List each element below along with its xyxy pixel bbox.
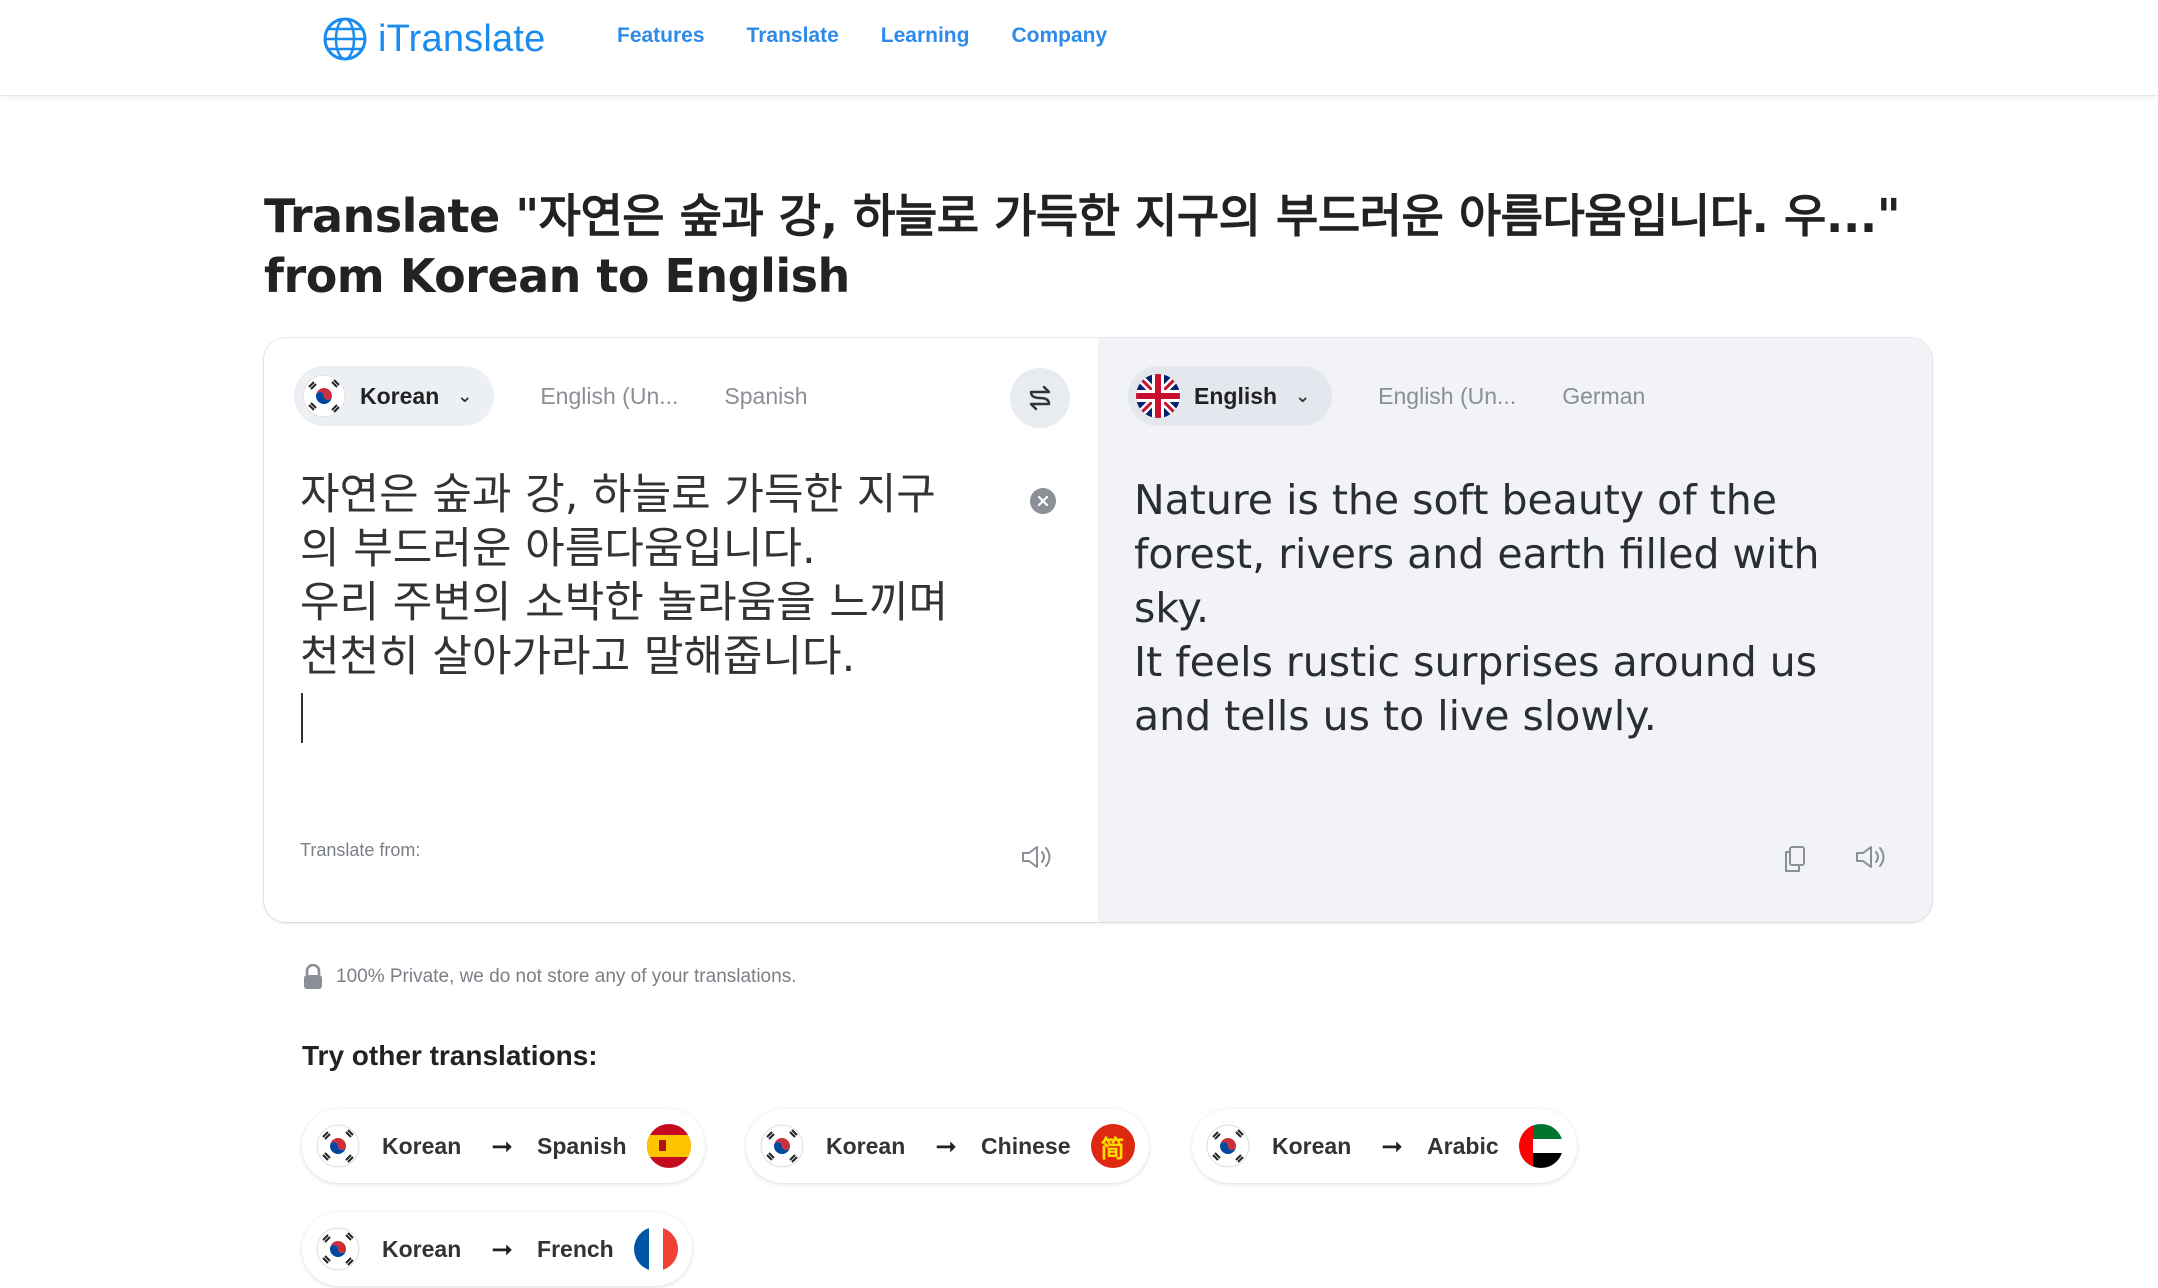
pair-from-label: Korean [826, 1132, 906, 1159]
top-navbar: iTranslate Features Translate Learning C… [0, 0, 2158, 96]
arrow-right-icon: ➞ [491, 1130, 514, 1161]
nav-learning[interactable]: Learning [881, 24, 970, 48]
source-option-spanish[interactable]: Spanish [724, 383, 807, 410]
logo[interactable]: iTranslate [322, 16, 545, 62]
source-language-bar: Korean ⌄ English (Un... Spanish [294, 366, 808, 426]
copy-translation-button[interactable] [1781, 844, 1809, 879]
france-flag-icon [634, 1227, 678, 1271]
target-speak-button[interactable] [1854, 844, 1888, 875]
arrow-right-icon: ➞ [491, 1233, 514, 1264]
korea-flag-icon [316, 1124, 360, 1168]
korea-flag-icon [302, 374, 346, 418]
target-option-german[interactable]: German [1562, 383, 1645, 410]
uk-flag-icon [1136, 374, 1180, 418]
source-pane: Korean ⌄ English (Un... Spanish 자연은 숲과 강… [264, 338, 1098, 922]
copy-icon [1785, 846, 1805, 872]
source-text-input[interactable]: 자연은 숲과 강, 하늘로 가득한 지구 의 부드러운 아름다움입니다. 우리 … [300, 468, 990, 684]
target-option-english[interactable]: English (Un... [1378, 383, 1516, 410]
source-language-selector[interactable]: Korean ⌄ [294, 366, 495, 426]
privacy-note: 100% Private, we do not store any of you… [302, 964, 796, 990]
korea-flag-icon [316, 1227, 360, 1271]
nav-features[interactable]: Features [617, 24, 705, 48]
target-pane: English ⌄ English (Un... German Nature i… [1098, 338, 1932, 922]
korea-flag-icon [760, 1124, 804, 1168]
chevron-down-icon: ⌄ [1295, 385, 1311, 406]
chevron-down-icon: ⌄ [457, 385, 473, 406]
translate-from-label: Translate from: [300, 840, 421, 860]
source-speak-button[interactable] [1020, 844, 1054, 875]
source-option-english[interactable]: English (Un... [540, 383, 678, 410]
swap-icon [1029, 385, 1051, 411]
translation-pair-korean-spanish[interactable]: Korean ➞ Spanish [302, 1109, 705, 1183]
translation-pair-korean-arabic[interactable]: Korean ➞ Arabic [1192, 1109, 1577, 1183]
other-translations-title: Try other translations: [302, 1040, 598, 1071]
pair-from-label: Korean [382, 1235, 462, 1262]
pair-to-label: Chinese [981, 1132, 1071, 1159]
translation-card: Korean ⌄ English (Un... Spanish 자연은 숲과 강… [264, 338, 1932, 922]
clear-text-button[interactable] [1030, 488, 1056, 514]
chinese-flag-icon: 简 [1090, 1124, 1135, 1168]
target-language-label: English [1194, 382, 1278, 409]
translated-text-output: Nature is the soft beauty of the forest,… [1134, 476, 1820, 740]
pair-to-label: Arabic [1427, 1132, 1499, 1159]
lock-icon [304, 964, 322, 989]
clear-icon [1037, 495, 1049, 507]
target-language-selector[interactable]: English ⌄ [1128, 366, 1333, 426]
pair-to-label: Spanish [537, 1132, 627, 1159]
spain-flag-icon [647, 1124, 691, 1168]
arrow-right-icon: ➞ [935, 1130, 958, 1161]
speaker-icon [1856, 846, 1885, 868]
arrow-right-icon: ➞ [1381, 1130, 1404, 1161]
source-language-label: Korean [360, 382, 440, 409]
privacy-text: 100% Private, we do not store any of you… [336, 966, 797, 987]
pair-from-label: Korean [382, 1132, 462, 1159]
page-title: Translate "자연은 숲과 강, 하늘로 가득한 지구의 부드러운 아름… [264, 189, 1901, 303]
text-cursor [301, 693, 303, 743]
pair-to-label: French [537, 1235, 614, 1262]
nav-company[interactable]: Company [1011, 24, 1107, 48]
speaker-icon [1022, 846, 1051, 868]
translation-pair-korean-chinese[interactable]: Korean ➞ Chinese 简 [746, 1109, 1149, 1183]
main-nav: Features Translate Learning Company [617, 24, 1107, 48]
uae-flag-icon [1519, 1124, 1563, 1168]
pair-from-label: Korean [1272, 1132, 1352, 1159]
korea-flag-icon [1206, 1124, 1250, 1168]
swap-languages-button[interactable] [1010, 368, 1070, 428]
logo-text: iTranslate [378, 17, 546, 60]
nav-translate[interactable]: Translate [747, 24, 839, 48]
translation-pair-korean-french[interactable]: Korean ➞ French [302, 1212, 692, 1286]
target-language-bar: English ⌄ English (Un... German [1128, 366, 1645, 426]
globe-icon [323, 17, 367, 61]
